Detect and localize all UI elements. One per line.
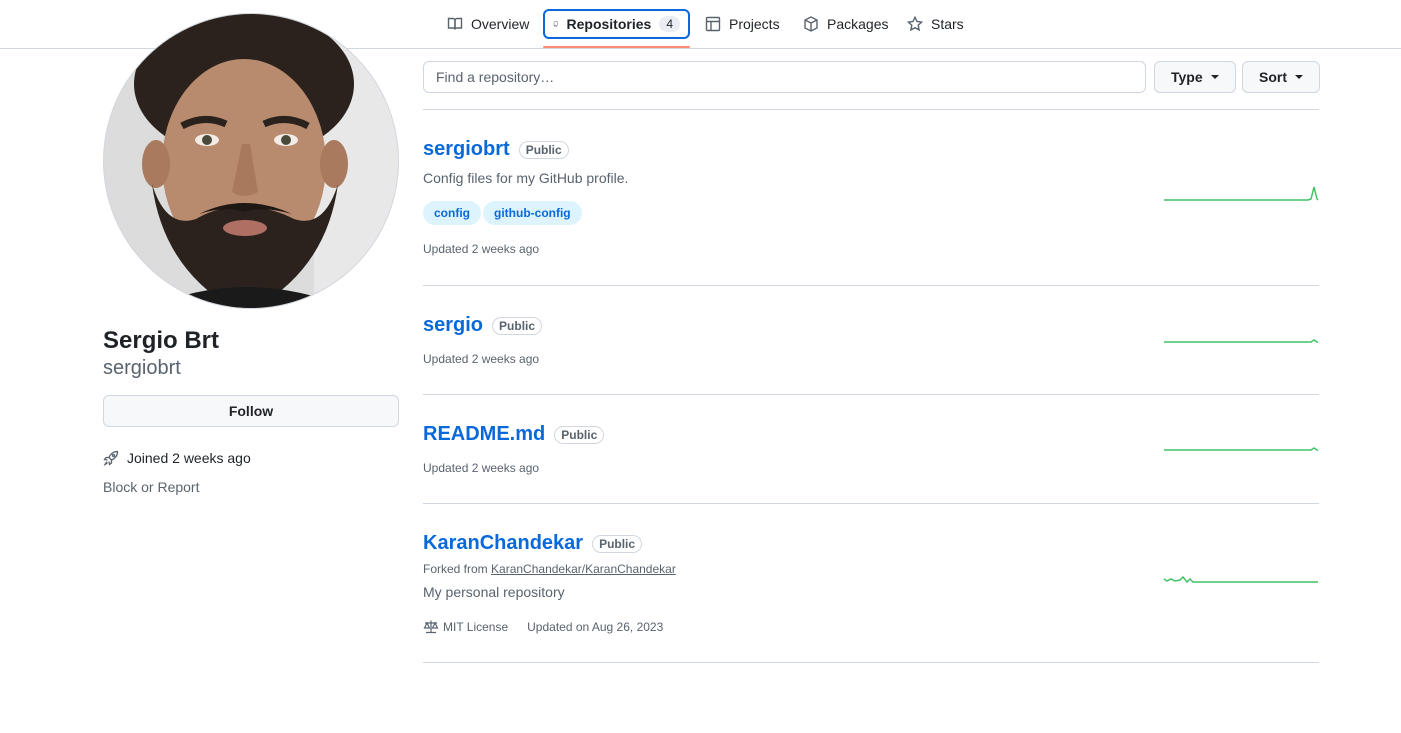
repo-name-link[interactable]: sergiobrt xyxy=(423,138,510,161)
joined-text: Joined 2 weeks ago xyxy=(127,450,251,466)
tab-stars[interactable]: Stars xyxy=(899,9,972,39)
activity-sparkline xyxy=(1163,336,1319,346)
updated-text: Updated 2 weeks ago xyxy=(423,352,540,366)
tab-overview-label: Overview xyxy=(471,16,530,32)
type-dropdown-button[interactable]: Type xyxy=(1154,61,1236,93)
book-icon xyxy=(447,17,463,30)
repo-meta: MIT License Updated on Aug 26, 2023 xyxy=(423,619,1319,635)
repo-icon xyxy=(553,21,558,28)
repo-meta: Updated 2 weeks ago xyxy=(423,242,1319,256)
tab-repositories-label: Repositories xyxy=(566,16,652,32)
updated-text: Updated on Aug 26, 2023 xyxy=(527,620,664,634)
updated-text: Updated 2 weeks ago xyxy=(423,242,540,256)
follow-button[interactable]: Follow xyxy=(103,395,399,427)
activity-sparkline xyxy=(1163,574,1319,586)
repo-meta: Updated 2 weeks ago xyxy=(423,461,1319,475)
rocket-icon xyxy=(103,450,119,466)
repo-name-link[interactable]: README.md xyxy=(423,423,545,446)
tab-overview[interactable]: Overview xyxy=(439,9,537,39)
tab-packages[interactable]: Packages xyxy=(795,9,896,39)
profile-username: sergiobrt xyxy=(103,357,181,379)
repo-name-link[interactable]: KaranChandekar xyxy=(423,532,583,555)
list-divider xyxy=(423,662,1319,663)
tab-projects[interactable]: Projects xyxy=(697,9,788,39)
visibility-badge: Public xyxy=(518,140,569,159)
visibility-badge: Public xyxy=(492,316,543,335)
avatar[interactable] xyxy=(103,13,399,309)
repo-name-link[interactable]: sergio xyxy=(423,314,483,337)
sort-dropdown-button[interactable]: Sort xyxy=(1242,61,1320,93)
table-icon xyxy=(705,16,721,32)
visibility-badge: Public xyxy=(592,534,643,553)
forked-from-link[interactable]: KaranChandekar/KaranChandekar xyxy=(491,562,676,576)
joined-info: Joined 2 weeks ago xyxy=(103,450,251,466)
profile-full-name: Sergio Brt xyxy=(103,327,220,354)
tab-stars-label: Stars xyxy=(931,16,964,32)
list-divider xyxy=(423,503,1319,504)
package-icon xyxy=(804,16,818,32)
type-dropdown-label: Type xyxy=(1171,69,1203,85)
updated-text: Updated 2 weeks ago xyxy=(423,461,540,475)
topic-tag[interactable]: config xyxy=(423,201,481,225)
topic-list: config github-config xyxy=(423,201,1319,225)
caret-down-icon xyxy=(1295,75,1303,79)
sort-dropdown-label: Sort xyxy=(1259,69,1287,85)
license-text: MIT License xyxy=(443,620,509,634)
law-scale-icon xyxy=(423,620,439,634)
forked-from-prefix: Forked from xyxy=(423,562,488,576)
activity-sparkline xyxy=(1163,183,1319,203)
block-or-report-link[interactable]: Block or Report xyxy=(103,479,199,495)
repo-description: My personal repository xyxy=(423,584,565,600)
tab-projects-label: Projects xyxy=(729,16,780,32)
tab-repositories[interactable]: Repositories 4 xyxy=(543,9,690,39)
active-tab-underline xyxy=(543,46,690,48)
visibility-badge: Public xyxy=(554,425,605,444)
activity-sparkline xyxy=(1163,444,1319,454)
avatar-portrait xyxy=(104,14,398,308)
list-divider xyxy=(423,109,1319,110)
repo-meta: Updated 2 weeks ago xyxy=(423,352,1319,366)
list-divider xyxy=(423,285,1319,286)
star-icon xyxy=(907,16,923,32)
list-divider xyxy=(423,394,1319,395)
tab-packages-label: Packages xyxy=(827,16,889,32)
repositories-count-badge: 4 xyxy=(659,16,680,32)
caret-down-icon xyxy=(1210,75,1219,79)
topic-tag[interactable]: github-config xyxy=(483,201,582,225)
find-repository-input[interactable] xyxy=(423,61,1146,93)
